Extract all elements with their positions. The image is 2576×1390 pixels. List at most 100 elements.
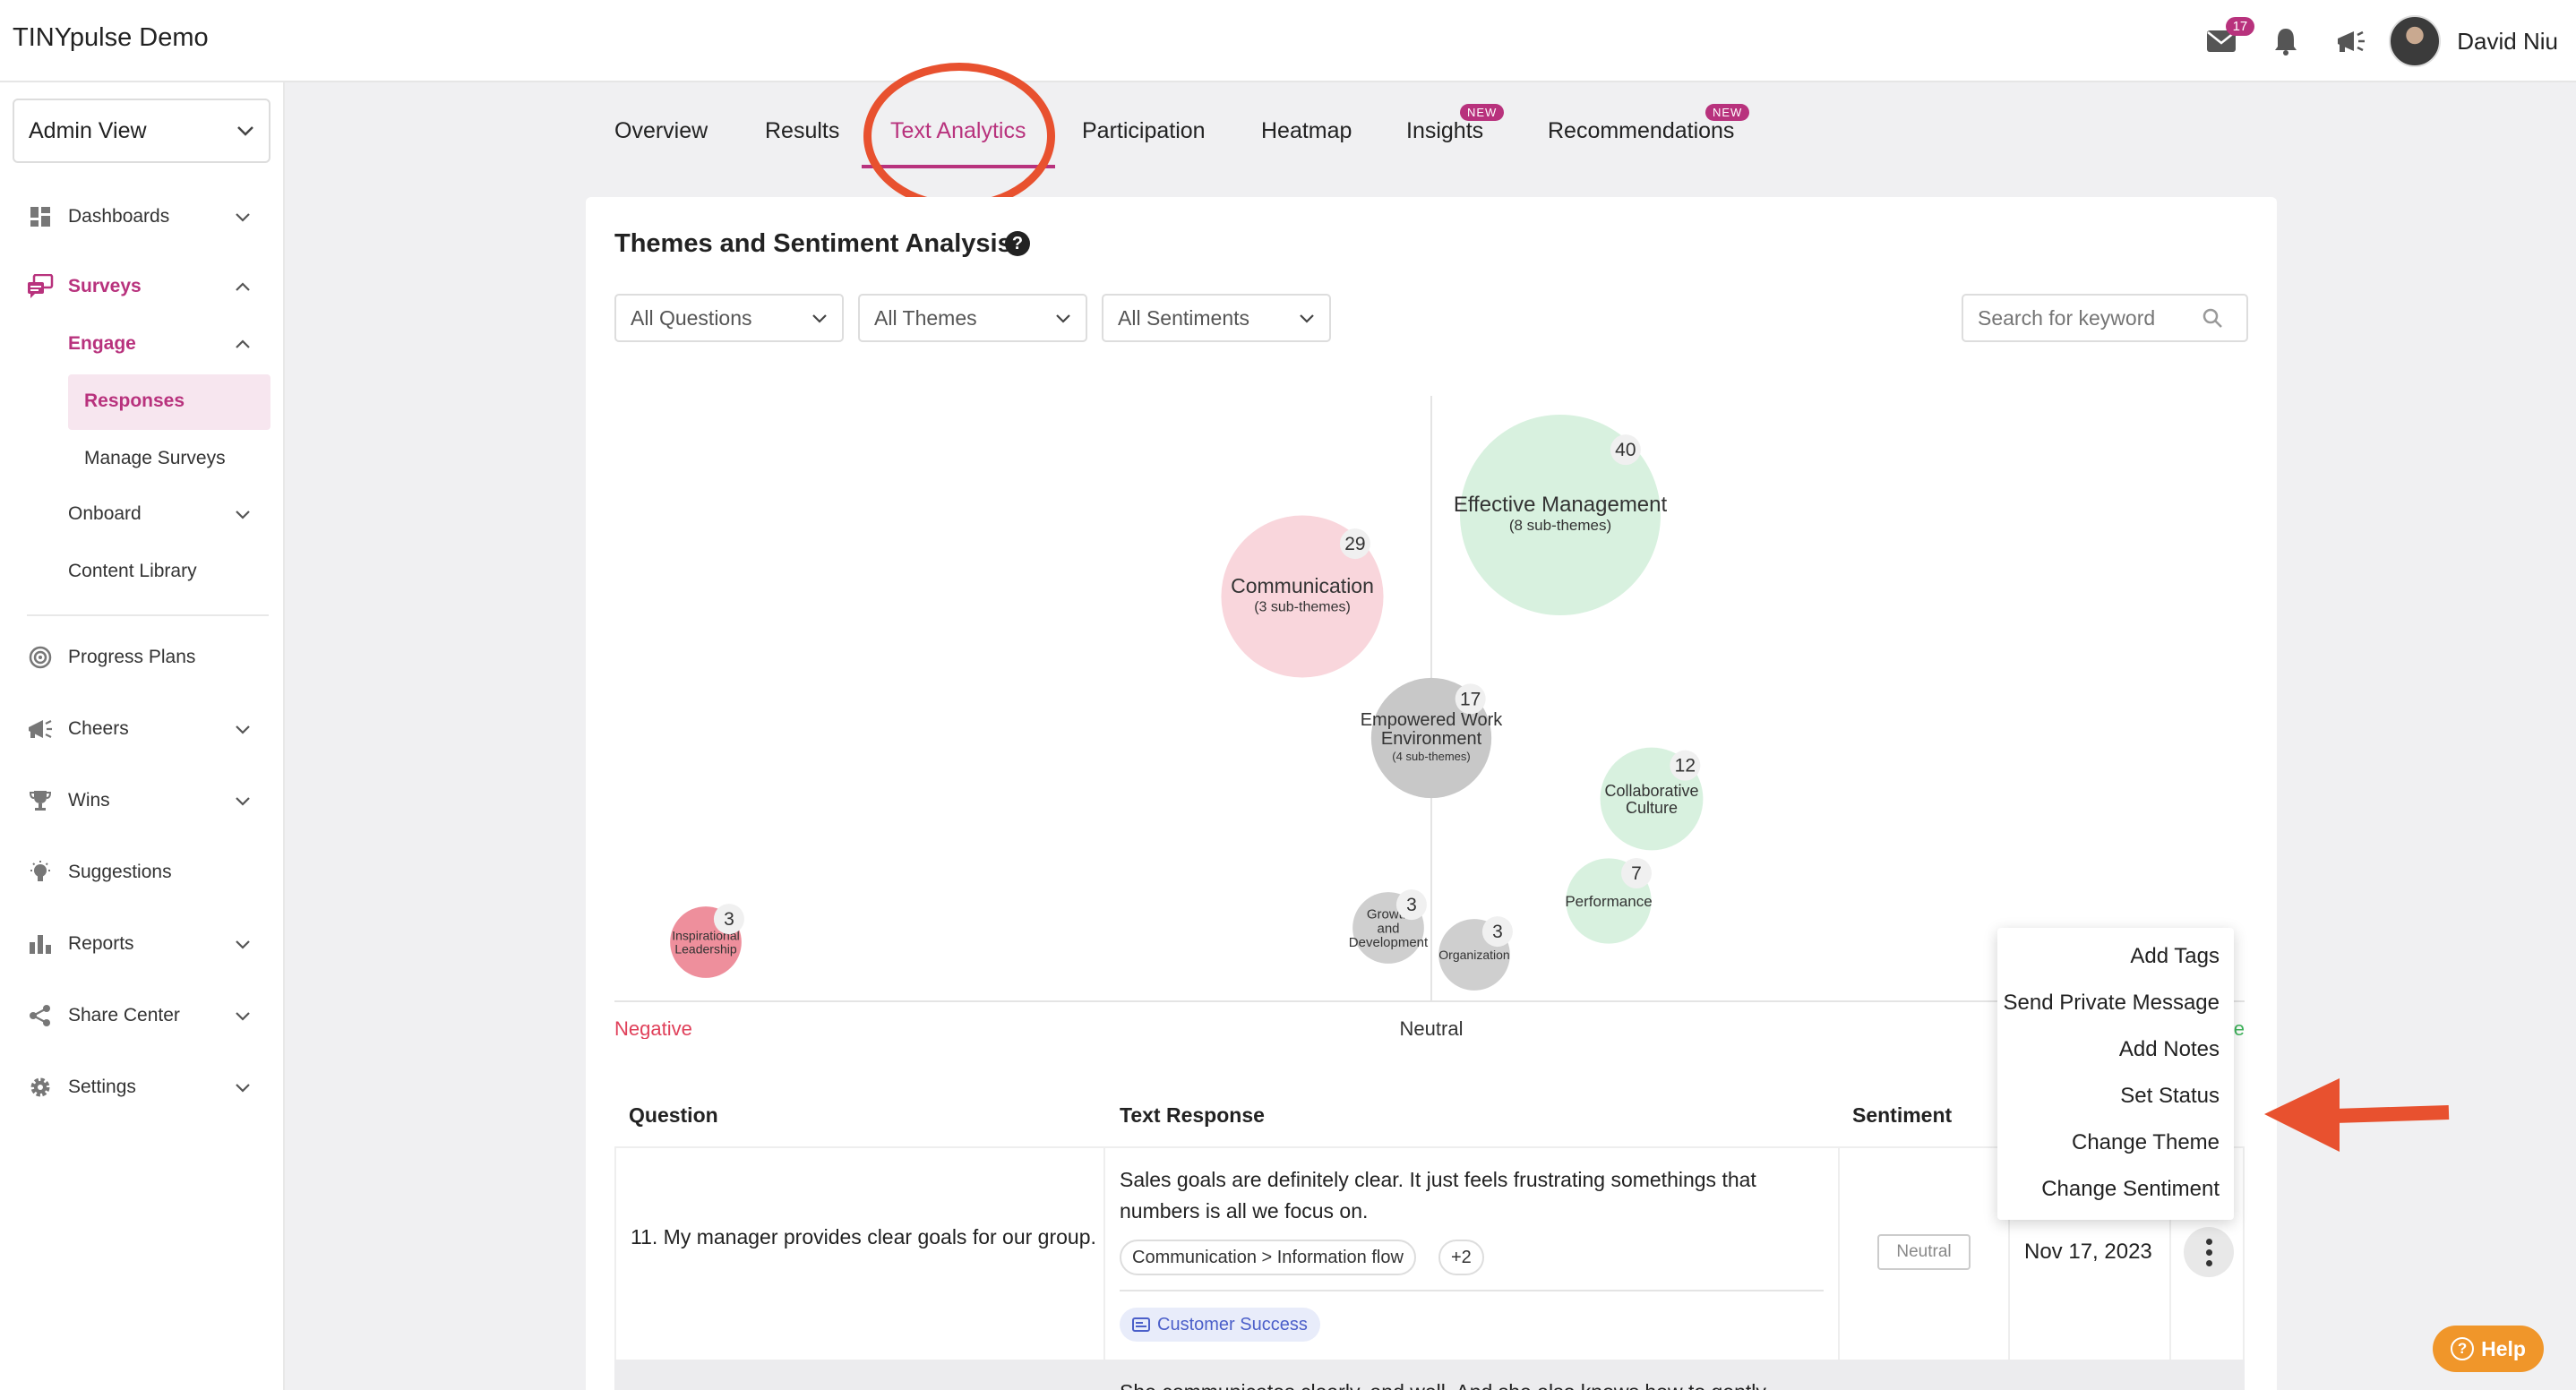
column-header-sentiment[interactable]: Sentiment (1852, 1103, 1952, 1128)
annotation-arrow-icon (2264, 1078, 2450, 1152)
mail-icon[interactable]: 17 (2204, 17, 2255, 58)
sidebar-item-suggestions[interactable]: Suggestions (0, 845, 285, 899)
sidebar-item-responses[interactable]: Responses (0, 374, 285, 428)
theme-count: 29 (1344, 534, 1365, 554)
theme-count: 40 (1615, 440, 1636, 460)
trophy-icon (27, 787, 54, 814)
theme-name: Leadership (674, 941, 736, 956)
view-select-value: Admin View (29, 117, 147, 143)
cheers-megaphone-icon[interactable] (2333, 24, 2367, 58)
menu-item-add-notes[interactable]: Add Notes (2119, 1037, 2220, 1062)
sidebar-item-engage[interactable]: Engage (0, 317, 285, 371)
column-header-question[interactable]: Question (629, 1103, 718, 1128)
sidebar-item-manage-surveys[interactable]: Manage Surveys (0, 432, 285, 485)
sidebar-item-label: Settings (68, 1077, 136, 1097)
help-circle-icon[interactable]: ? (1005, 231, 1030, 256)
chevron-down-icon (236, 796, 250, 806)
menu-item-add-tags[interactable]: Add Tags (2130, 944, 2220, 969)
user-name[interactable]: David Niu (2457, 28, 2558, 56)
theme-bubble[interactable]: GrowthandDevelopment3 (1349, 889, 1429, 964)
surveys-icon (27, 273, 54, 300)
theme-name: Organization (1438, 948, 1509, 962)
theme-name: Performance (1565, 893, 1652, 910)
menu-item-change-theme[interactable]: Change Theme (2072, 1130, 2220, 1155)
sidebar-item-cheers[interactable]: Cheers (0, 702, 285, 756)
more-tags-chip[interactable]: +2 (1438, 1240, 1484, 1275)
sidebar-item-onboard[interactable]: Onboard (0, 487, 285, 541)
sidebar-item-wins[interactable]: Wins (0, 774, 285, 828)
sidebar-item-reports[interactable]: Reports (0, 917, 285, 971)
bell-icon[interactable] (2269, 24, 2303, 58)
view-select[interactable]: Admin View (13, 99, 270, 163)
mail-count-badge: 17 (2225, 17, 2255, 36)
theme-bubble[interactable]: CollaborativeCulture 12 (1600, 747, 1704, 851)
sidebar-divider (27, 614, 269, 616)
tab-overview[interactable]: Overview (614, 118, 708, 144)
filter-value: All Questions (631, 305, 752, 330)
group-icon (1132, 1317, 1150, 1332)
theme-bubble[interactable]: Organization 3 (1438, 916, 1513, 991)
theme-bubble[interactable]: Performance 7 (1565, 858, 1653, 944)
avatar[interactable] (2389, 15, 2442, 67)
theme-bubble[interactable]: Effective Management(8 sub-themes) 40 (1454, 415, 1668, 615)
questions-filter[interactable]: All Questions (614, 294, 844, 342)
theme-name: Empowered Work (1361, 710, 1504, 730)
column-header-text-response[interactable]: Text Response (1120, 1103, 1265, 1128)
annotation-circle (863, 63, 1055, 210)
help-button[interactable]: ? Help (2433, 1326, 2544, 1372)
keyword-search[interactable] (1962, 294, 2248, 342)
chevron-up-icon (236, 339, 250, 348)
sidebar-item-label: Surveys (68, 276, 142, 296)
tab-recommendations[interactable]: Recommendations NEW (1548, 104, 1750, 144)
column-divider (1103, 1148, 1105, 1360)
menu-item-set-status[interactable]: Set Status (2120, 1084, 2220, 1109)
sidebar-item-progress-plans[interactable]: Progress Plans (0, 631, 285, 684)
theme-count: 7 (1631, 863, 1642, 884)
theme-count: 17 (1460, 689, 1481, 709)
chevron-down-icon (236, 212, 250, 222)
sentiments-filter[interactable]: All Sentiments (1102, 294, 1331, 342)
sidebar-item-label: Share Center (68, 1005, 180, 1025)
filter-value: All Sentiments (1118, 305, 1250, 330)
theme-subthemes: (4 sub-themes) (1392, 750, 1470, 763)
chevron-down-icon (236, 725, 250, 734)
theme-tag-chip[interactable]: Communication > Information flow (1120, 1240, 1416, 1275)
search-input[interactable] (1978, 305, 2202, 330)
app-title: TINYpulse Demo (13, 23, 209, 52)
theme-bubble[interactable]: Empowered WorkEnvironment(4 sub-themes) 1… (1361, 677, 1504, 799)
menu-item-change-sentiment[interactable]: Change Sentiment (2041, 1177, 2220, 1202)
search-icon (2202, 308, 2222, 328)
tab-heatmap[interactable]: Heatmap (1261, 118, 1352, 144)
sidebar-item-content-library[interactable]: Content Library (0, 545, 285, 598)
sidebar-item-label: Progress Plans (68, 647, 196, 667)
theme-name: Environment (1381, 729, 1482, 749)
column-divider (1838, 1148, 1840, 1360)
theme-bubble[interactable]: Communication (3 sub-themes) 29 (1221, 515, 1384, 678)
filter-value: All Themes (874, 305, 977, 330)
theme-count: 3 (1492, 922, 1503, 942)
tab-insights[interactable]: Insights NEW (1406, 104, 1505, 144)
top-bar: TINYpulse Demo 17 David Niu (0, 0, 2576, 82)
question-icon: ? (2451, 1337, 2475, 1360)
row-actions-kebab-button[interactable] (2184, 1227, 2234, 1277)
bar-chart-icon (27, 931, 54, 957)
tab-participation[interactable]: Participation (1082, 118, 1206, 144)
sidebar-item-surveys[interactable]: Surveys (0, 260, 285, 313)
sidebar-item-settings[interactable]: Settings (0, 1060, 285, 1114)
themes-filter[interactable]: All Themes (858, 294, 1087, 342)
chevron-down-icon (812, 313, 827, 323)
gear-icon (27, 1074, 54, 1101)
tab-results[interactable]: Results (765, 118, 839, 144)
tab-label: Recommendations (1548, 118, 1735, 143)
theme-name: Development (1349, 935, 1429, 950)
sidebar-item-dashboards[interactable]: Dashboards (0, 190, 285, 244)
new-badge: NEW (1460, 104, 1505, 121)
menu-item-send-private-message[interactable]: Send Private Message (2004, 991, 2220, 1016)
share-icon (27, 1002, 54, 1029)
sidebar-item-share-center[interactable]: Share Center (0, 989, 285, 1042)
department-chip[interactable]: Customer Success (1120, 1308, 1320, 1342)
theme-bubble[interactable]: InspirationalLeadership3 (670, 904, 744, 978)
help-label: Help (2481, 1336, 2526, 1360)
topbar-actions: 17 David Niu (2204, 15, 2558, 67)
dashboard-grid-icon (27, 203, 54, 230)
